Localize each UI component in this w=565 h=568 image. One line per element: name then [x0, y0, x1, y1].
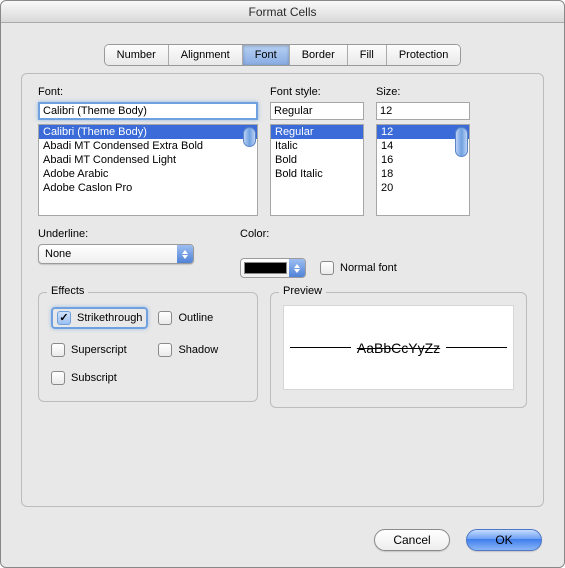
size-list-scrollbar[interactable]	[455, 127, 468, 157]
color-swatch	[244, 262, 287, 274]
ok-button[interactable]: OK	[466, 529, 542, 551]
list-item[interactable]: Bold Italic	[271, 167, 363, 181]
checkbox-icon	[158, 343, 172, 357]
color-label: Color:	[240, 228, 269, 240]
checkbox-icon	[51, 371, 65, 385]
list-item[interactable]: Bold	[271, 153, 363, 167]
preview-text: AaBbCcYyZz	[357, 340, 440, 356]
preview-box: AaBbCcYyZz	[283, 305, 514, 390]
font-input[interactable]	[38, 102, 258, 120]
font-list-scrollbar[interactable]	[243, 127, 256, 147]
popup-arrows-icon	[289, 259, 305, 277]
list-item[interactable]: 16	[377, 153, 469, 167]
underline-popup[interactable]: None	[38, 244, 194, 264]
dialog-buttons: Cancel OK	[374, 529, 542, 551]
font-style-input[interactable]	[270, 102, 364, 120]
popup-arrows-icon	[177, 245, 193, 263]
size-label: Size:	[376, 86, 470, 98]
list-item[interactable]: Abadi MT Condensed Light	[39, 153, 257, 167]
tab-font[interactable]: Font	[243, 45, 290, 65]
normal-font-checkbox[interactable]: Normal font	[320, 261, 397, 275]
tab-fill[interactable]: Fill	[348, 45, 387, 65]
preview-rule-left	[290, 347, 351, 348]
list-item[interactable]: Regular	[271, 125, 363, 139]
size-list[interactable]: 12 14 16 18 20	[376, 124, 470, 216]
font-style-label: Font style:	[270, 86, 364, 98]
subscript-checkbox[interactable]: Subscript	[51, 371, 148, 385]
font-style-list[interactable]: Regular Italic Bold Bold Italic	[270, 124, 364, 216]
tab-border[interactable]: Border	[290, 45, 348, 65]
shadow-label: Shadow	[178, 344, 218, 356]
checkbox-icon: ✓	[57, 311, 71, 325]
tab-protection[interactable]: Protection	[387, 45, 461, 65]
font-label: Font:	[38, 86, 258, 98]
format-cells-dialog: Format Cells Number Alignment Font Borde…	[0, 0, 565, 568]
list-item[interactable]: Adobe Caslon Pro	[39, 181, 257, 195]
checkbox-icon	[51, 343, 65, 357]
color-popup[interactable]	[240, 258, 306, 278]
shadow-checkbox[interactable]: Shadow	[158, 343, 245, 357]
tab-number[interactable]: Number	[105, 45, 169, 65]
strikethrough-label: Strikethrough	[77, 312, 142, 324]
underline-label: Underline:	[38, 228, 228, 240]
tab-alignment[interactable]: Alignment	[169, 45, 243, 65]
preview-rule-right	[446, 347, 507, 348]
checkbox-icon	[158, 311, 172, 325]
dialog-title: Format Cells	[1, 1, 564, 23]
font-list[interactable]: Calibri (Theme Body) Abadi MT Condensed …	[38, 124, 258, 216]
outline-label: Outline	[178, 312, 213, 324]
list-item[interactable]: Italic	[271, 139, 363, 153]
subscript-label: Subscript	[71, 372, 117, 384]
effects-legend: Effects	[47, 285, 88, 297]
preview-legend: Preview	[279, 285, 326, 297]
underline-value: None	[39, 248, 177, 260]
check-icon: ✓	[59, 313, 68, 324]
list-item[interactable]: 18	[377, 167, 469, 181]
superscript-label: Superscript	[71, 344, 127, 356]
list-item[interactable]: 20	[377, 181, 469, 195]
outline-checkbox[interactable]: Outline	[158, 311, 245, 325]
list-item[interactable]: Abadi MT Condensed Extra Bold	[39, 139, 257, 153]
tab-segmented-control: Number Alignment Font Border Fill Protec…	[105, 45, 461, 65]
list-item[interactable]: Adobe Arabic	[39, 167, 257, 181]
preview-group: Preview AaBbCcYyZz	[270, 292, 527, 408]
superscript-checkbox[interactable]: Superscript	[51, 343, 148, 357]
checkbox-icon	[320, 261, 334, 275]
font-tab-content: Font: Calibri (Theme Body) Abadi MT Cond…	[21, 73, 544, 507]
list-item[interactable]: Calibri (Theme Body)	[39, 125, 257, 139]
cancel-button[interactable]: Cancel	[374, 529, 450, 551]
tab-bar: Number Alignment Font Border Fill Protec…	[1, 45, 564, 65]
strikethrough-checkbox[interactable]: ✓ Strikethrough	[51, 307, 148, 329]
effects-group: Effects ✓ Strikethrough Outline Supers	[38, 292, 258, 402]
size-input[interactable]	[376, 102, 470, 120]
normal-font-label: Normal font	[340, 262, 397, 274]
